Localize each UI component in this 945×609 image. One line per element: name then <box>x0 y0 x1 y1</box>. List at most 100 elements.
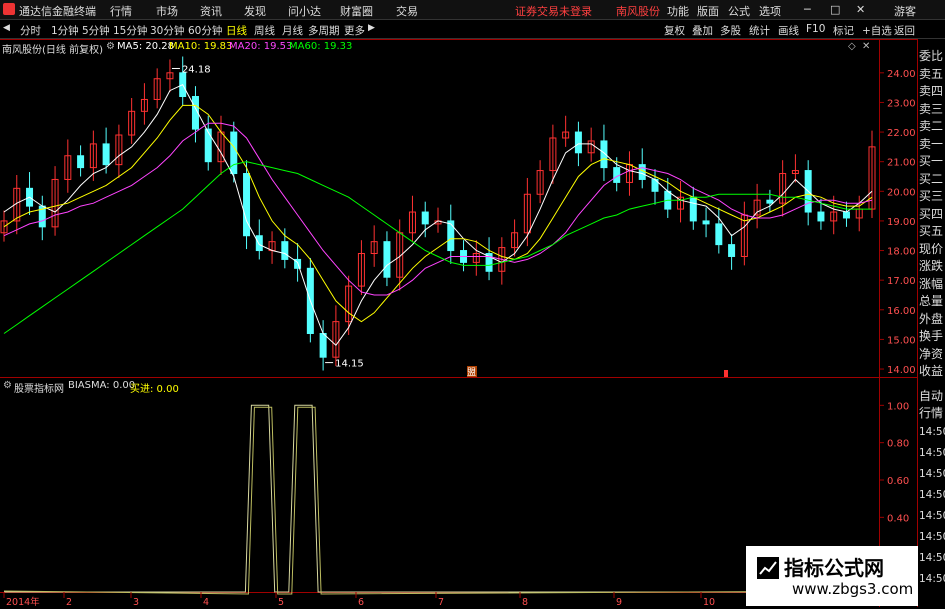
watermark: 指标公式网 www.zbgs3.com <box>746 546 918 606</box>
candle <box>447 204 455 264</box>
side-panel-item[interactable]: 自动 <box>919 387 943 404</box>
x-tick-label: 5 <box>278 597 284 608</box>
chart-frame <box>0 39 918 607</box>
price-tick: 23.00 <box>879 98 916 109</box>
candle <box>255 219 263 260</box>
candle <box>715 207 723 254</box>
side-panel-item[interactable]: 14:50 <box>919 447 945 459</box>
side-panel-item[interactable]: 行情 <box>919 404 943 421</box>
price-tick: 21.00 <box>879 158 916 169</box>
price-tick-label: 14.00 <box>887 365 916 376</box>
watermark-url: www.zbgs3.com <box>792 580 914 598</box>
candle <box>562 115 570 147</box>
candle <box>651 169 659 205</box>
candle <box>26 172 34 215</box>
x-tick-label: 3 <box>133 597 139 608</box>
side-panel-item[interactable]: 14:50 <box>919 510 945 522</box>
x-tick-label: 2 <box>66 597 72 608</box>
side-panel-item: 涨跌 <box>919 259 944 273</box>
candle <box>434 207 442 233</box>
side-panel-item[interactable]: 14:50 <box>919 573 945 585</box>
low-label: 14.15 <box>335 359 364 370</box>
candle <box>128 97 136 144</box>
side-panel-item: 总量 <box>919 294 944 308</box>
price-tick: 20.00 <box>879 187 916 198</box>
side-panel-item: 卖五 <box>919 66 944 81</box>
buy-line <box>3 406 873 595</box>
candle <box>281 228 289 269</box>
x-tick-label: 2014年 <box>6 596 40 608</box>
candle <box>485 237 493 281</box>
candle <box>0 210 8 242</box>
x-tick-label: 8 <box>522 597 528 608</box>
candle <box>740 201 748 266</box>
candle <box>702 207 710 238</box>
candle <box>460 240 468 272</box>
sub-tick-label: 0.60 <box>887 476 909 487</box>
candle <box>332 305 340 367</box>
price-tick-label: 24.00 <box>887 69 916 80</box>
side-panel-item: 买四 <box>919 206 944 221</box>
price-tick: 15.00 <box>879 335 916 346</box>
candle <box>766 189 774 213</box>
candle <box>153 68 161 109</box>
x-tick-label: 9 <box>616 597 622 608</box>
x-tick-label: 6 <box>358 597 364 608</box>
candle <box>408 195 416 242</box>
candle <box>166 59 174 93</box>
candle <box>587 127 595 162</box>
side-panel-item: 卖一 <box>919 136 944 151</box>
watermark-title: 指标公式网 <box>784 556 884 580</box>
sub-tick-label: 0.40 <box>887 513 909 524</box>
price-tick-label: 22.00 <box>887 128 916 139</box>
candle <box>689 186 697 230</box>
event-marker-label: 盟 <box>467 367 476 378</box>
sub-tick-label: 1.00 <box>887 401 909 412</box>
candle <box>830 195 838 235</box>
x-tick-label: 10 <box>703 597 715 608</box>
candle <box>677 180 685 223</box>
price-tick-label: 18.00 <box>887 247 916 258</box>
side-panel-item[interactable]: 14:50 <box>919 531 945 543</box>
x-tick-label: 4 <box>203 597 209 608</box>
candle <box>536 160 544 204</box>
side-panel-item: 净资 <box>919 346 944 361</box>
price-tick: 24.00 <box>879 69 916 80</box>
side-panel-item[interactable]: 14:50 <box>919 489 945 501</box>
candle <box>204 115 212 171</box>
biasma-line <box>4 404 872 593</box>
price-tick: 16.00 <box>879 306 916 317</box>
candle <box>77 145 85 177</box>
candle <box>791 154 799 183</box>
side-panel-item: 现价 <box>919 241 944 256</box>
side-panel-item: 外盘 <box>919 311 944 326</box>
side-panel-item[interactable]: 14:50 <box>919 468 945 480</box>
price-tick-label: 21.00 <box>887 158 916 169</box>
candle <box>345 275 353 335</box>
candle <box>115 124 123 178</box>
price-tick-label: 17.00 <box>887 276 916 287</box>
candle <box>868 130 876 218</box>
candle <box>753 183 761 229</box>
price-tick-label: 23.00 <box>887 98 916 109</box>
side-panel-item: 买二 <box>919 171 944 186</box>
side-panel-item[interactable]: 14:50 <box>919 552 945 564</box>
price-tick-label: 20.00 <box>887 187 916 198</box>
quote-side-panel: 委比 卖五 卖四 卖三 卖二 卖一 买一 买二 买三 买四 买五 现价 涨跌 涨幅 总量 外盘 换手 净资 收益 自动… <box>918 40 945 608</box>
event-marker-small <box>724 370 728 377</box>
candle <box>472 240 480 276</box>
price-tick: 14.00 <box>879 365 916 376</box>
candle <box>102 127 110 174</box>
chart-logo-icon <box>757 557 779 579</box>
side-panel-item: 卖四 <box>919 84 944 98</box>
side-panel-item: 卖二 <box>919 119 944 133</box>
side-panel-item[interactable]: 14:50 <box>919 426 945 438</box>
candle <box>625 151 633 196</box>
candles <box>0 56 876 371</box>
kline-chart[interactable]: 24.0023.0022.0021.0020.0019.0018.0017.00… <box>0 0 945 609</box>
sub-tick: 0.40 <box>879 513 909 524</box>
price-tick-label: 15.00 <box>887 335 916 346</box>
price-tick-label: 19.00 <box>887 217 916 228</box>
side-panel-item: 收益 <box>919 364 944 378</box>
price-tick: 19.00 <box>879 217 916 228</box>
